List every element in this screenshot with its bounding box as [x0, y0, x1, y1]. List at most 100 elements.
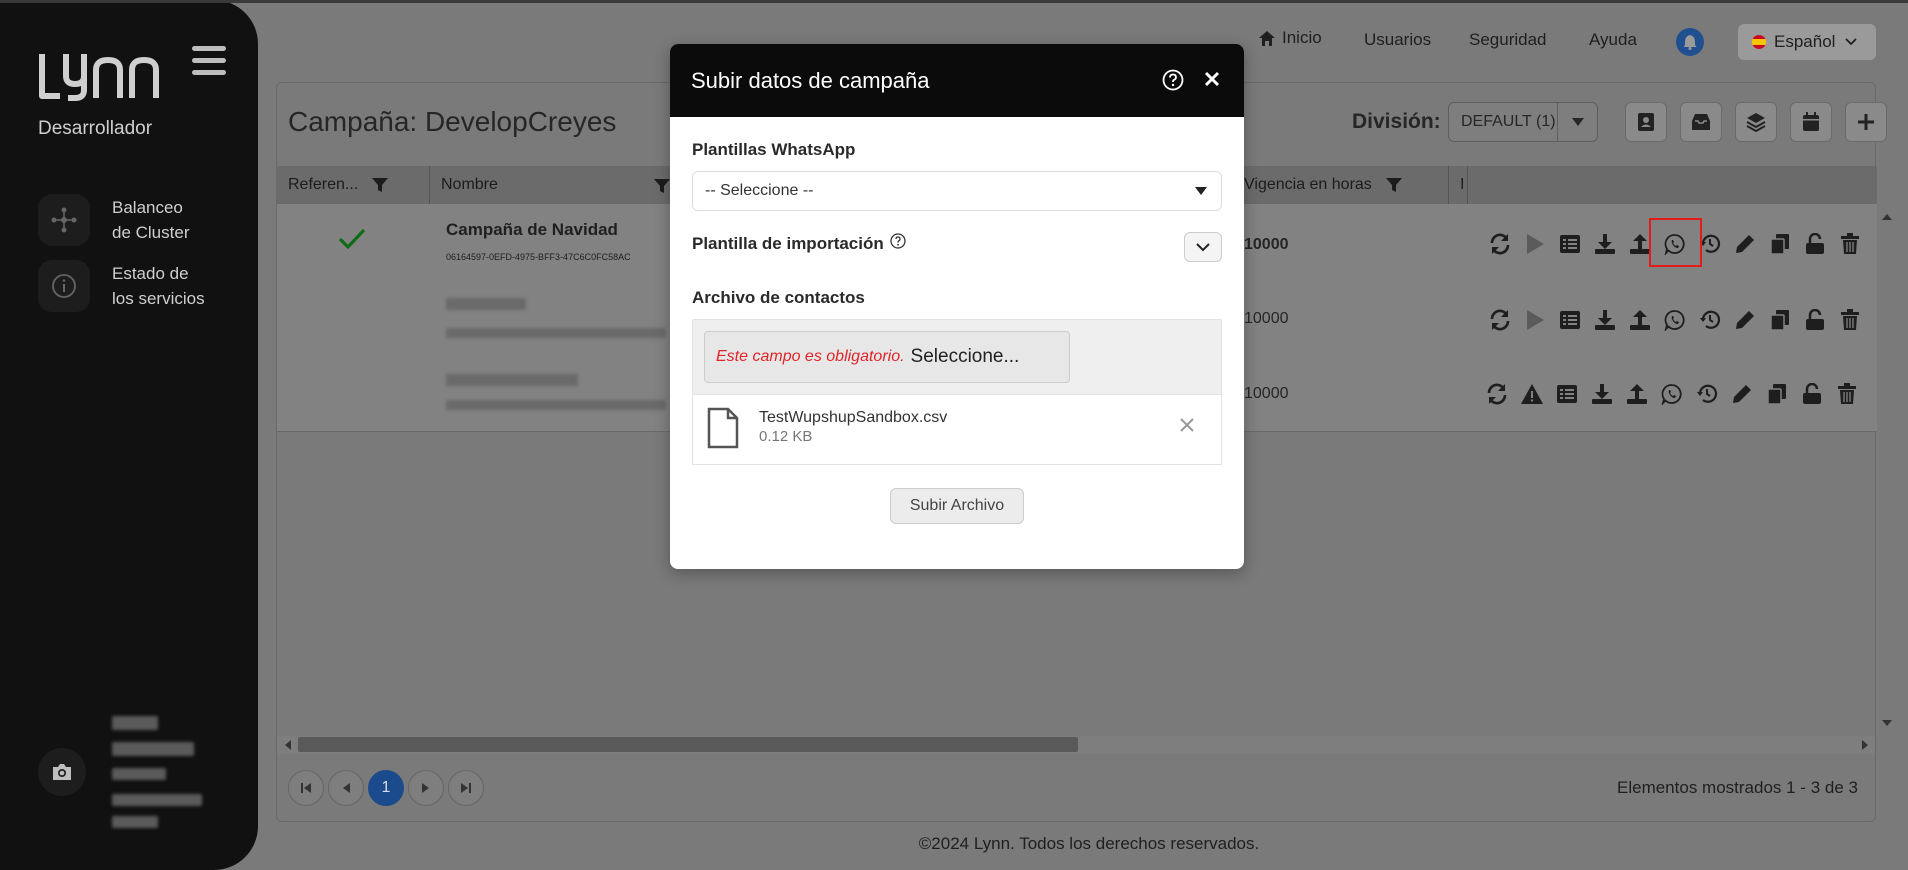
nav-security-link[interactable]: Seguridad [1469, 30, 1547, 50]
column-header-vigencia[interactable]: Vigencia en horas [1244, 176, 1402, 194]
contacts-book-button[interactable] [1625, 102, 1667, 142]
sidebar-item-balanceo-cluster[interactable]: Balanceo de Cluster [38, 194, 242, 246]
refresh-icon[interactable] [1487, 307, 1513, 333]
page-1-button[interactable]: 1 [368, 770, 404, 806]
info-icon [38, 260, 90, 312]
whatsapp-template-select[interactable]: -- Seleccione -- [692, 171, 1222, 211]
choose-file-button[interactable]: Este campo es obligatorio. Seleccione... [704, 331, 1070, 383]
nav-users-link[interactable]: Usuarios [1364, 30, 1431, 50]
notifications-bell-icon[interactable] [1676, 28, 1704, 56]
chevron-right-icon [422, 783, 430, 793]
vigencia-value: 10000 [1244, 385, 1289, 402]
scrollbar-thumb[interactable] [298, 737, 1078, 752]
unlock-icon[interactable] [1802, 307, 1828, 333]
next-page-button[interactable] [408, 770, 444, 806]
calendar-button[interactable] [1790, 102, 1832, 142]
unlock-icon[interactable] [1802, 231, 1828, 257]
upload-campaign-modal: Subir datos de campaña Plantillas WhatsA… [670, 44, 1244, 569]
list-icon[interactable] [1557, 307, 1583, 333]
warning-icon[interactable] [1519, 381, 1545, 407]
division-value: DEFAULT (1) [1461, 113, 1556, 130]
copy-icon[interactable] [1767, 231, 1793, 257]
inbox-icon [1690, 113, 1712, 131]
scroll-right-icon[interactable] [1862, 740, 1870, 750]
file-drop-zone[interactable]: Este campo es obligatorio. Seleccione... [692, 319, 1222, 395]
whatsapp-icon[interactable] [1662, 307, 1688, 333]
lynn-logo [38, 50, 162, 102]
scroll-up-icon[interactable] [1882, 212, 1892, 220]
sidebar-item-estado-servicios[interactable]: Estado de los servicios [38, 260, 242, 312]
division-label: División: [1352, 110, 1441, 133]
nav-home-link[interactable]: Inicio [1258, 28, 1322, 48]
language-label: Español [1774, 32, 1836, 51]
user-role: Desarrollador [38, 118, 153, 139]
home-icon [1258, 30, 1276, 47]
whatsapp-icon[interactable] [1659, 381, 1685, 407]
download-icon[interactable] [1592, 307, 1618, 333]
trash-icon[interactable] [1837, 307, 1863, 333]
copy-icon[interactable] [1767, 307, 1793, 333]
column-header-referencia[interactable]: Referen... [288, 176, 389, 194]
calendar-icon [1802, 112, 1820, 132]
list-icon[interactable] [1557, 231, 1583, 257]
check-icon [338, 228, 366, 250]
whatsapp-templates-label: Plantillas WhatsApp [692, 140, 856, 159]
nav-home-label: Inicio [1282, 28, 1322, 47]
list-icon[interactable] [1554, 381, 1580, 407]
trash-icon[interactable] [1834, 381, 1860, 407]
edit-pencil-icon[interactable] [1732, 231, 1758, 257]
help-circle-icon[interactable] [890, 233, 906, 249]
scroll-left-icon[interactable] [283, 740, 291, 750]
campaign-name[interactable]: Campaña de Navidad [446, 220, 618, 240]
upload-icon[interactable] [1627, 307, 1653, 333]
sidebar-item-label: Balanceo de Cluster [112, 198, 190, 242]
choose-file-label: Seleccione... [910, 346, 1020, 367]
camera-icon[interactable] [38, 748, 86, 796]
scroll-down-icon[interactable] [1882, 720, 1892, 728]
sidebar-item-label: Estado de los servicios [112, 264, 205, 308]
previous-page-button[interactable] [328, 770, 364, 806]
trash-icon[interactable] [1837, 231, 1863, 257]
column-label: Referen... [288, 176, 359, 193]
column-header-i[interactable]: I [1460, 176, 1464, 194]
download-icon[interactable] [1589, 381, 1615, 407]
select-value: -- Seleccione -- [705, 182, 814, 199]
close-icon[interactable] [1202, 69, 1222, 89]
first-page-button[interactable] [288, 770, 324, 806]
remove-file-icon[interactable] [1179, 417, 1195, 433]
modal-title: Subir datos de campaña [691, 67, 930, 93]
layers-button[interactable] [1735, 102, 1777, 142]
play-icon[interactable] [1522, 307, 1548, 333]
edit-pencil-icon[interactable] [1729, 381, 1755, 407]
inbox-button[interactable] [1680, 102, 1722, 142]
add-campaign-button[interactable] [1845, 102, 1887, 142]
copy-icon[interactable] [1764, 381, 1790, 407]
vigencia-value: 10000 [1244, 236, 1289, 253]
nav-help-link[interactable]: Ayuda [1589, 30, 1637, 50]
edit-pencil-icon[interactable] [1732, 307, 1758, 333]
hamburger-icon[interactable] [192, 46, 228, 76]
filter-icon[interactable] [654, 178, 670, 194]
unlock-icon[interactable] [1799, 381, 1825, 407]
download-icon[interactable] [1592, 231, 1618, 257]
help-circle-icon[interactable] [1162, 69, 1184, 91]
caret-down-icon [1195, 187, 1207, 195]
division-select[interactable]: DEFAULT (1) [1448, 102, 1598, 142]
spain-flag-icon [1752, 35, 1766, 49]
filter-icon[interactable] [1385, 177, 1402, 193]
last-page-button[interactable] [448, 770, 484, 806]
play-icon[interactable] [1522, 231, 1548, 257]
upload-icon[interactable] [1624, 381, 1650, 407]
upload-file-button[interactable]: Subir Archivo [890, 488, 1024, 524]
history-icon[interactable] [1697, 307, 1723, 333]
column-header-nombre[interactable]: Nombre [441, 176, 498, 194]
refresh-icon[interactable] [1484, 381, 1510, 407]
layers-icon [1746, 112, 1766, 132]
refresh-icon[interactable] [1487, 231, 1513, 257]
filter-icon[interactable] [372, 177, 389, 193]
history-icon[interactable] [1694, 381, 1720, 407]
plus-icon [1857, 113, 1875, 131]
row-actions [1484, 381, 1860, 407]
language-selector[interactable]: Español [1738, 24, 1876, 60]
expand-import-template-button[interactable] [1184, 232, 1222, 262]
